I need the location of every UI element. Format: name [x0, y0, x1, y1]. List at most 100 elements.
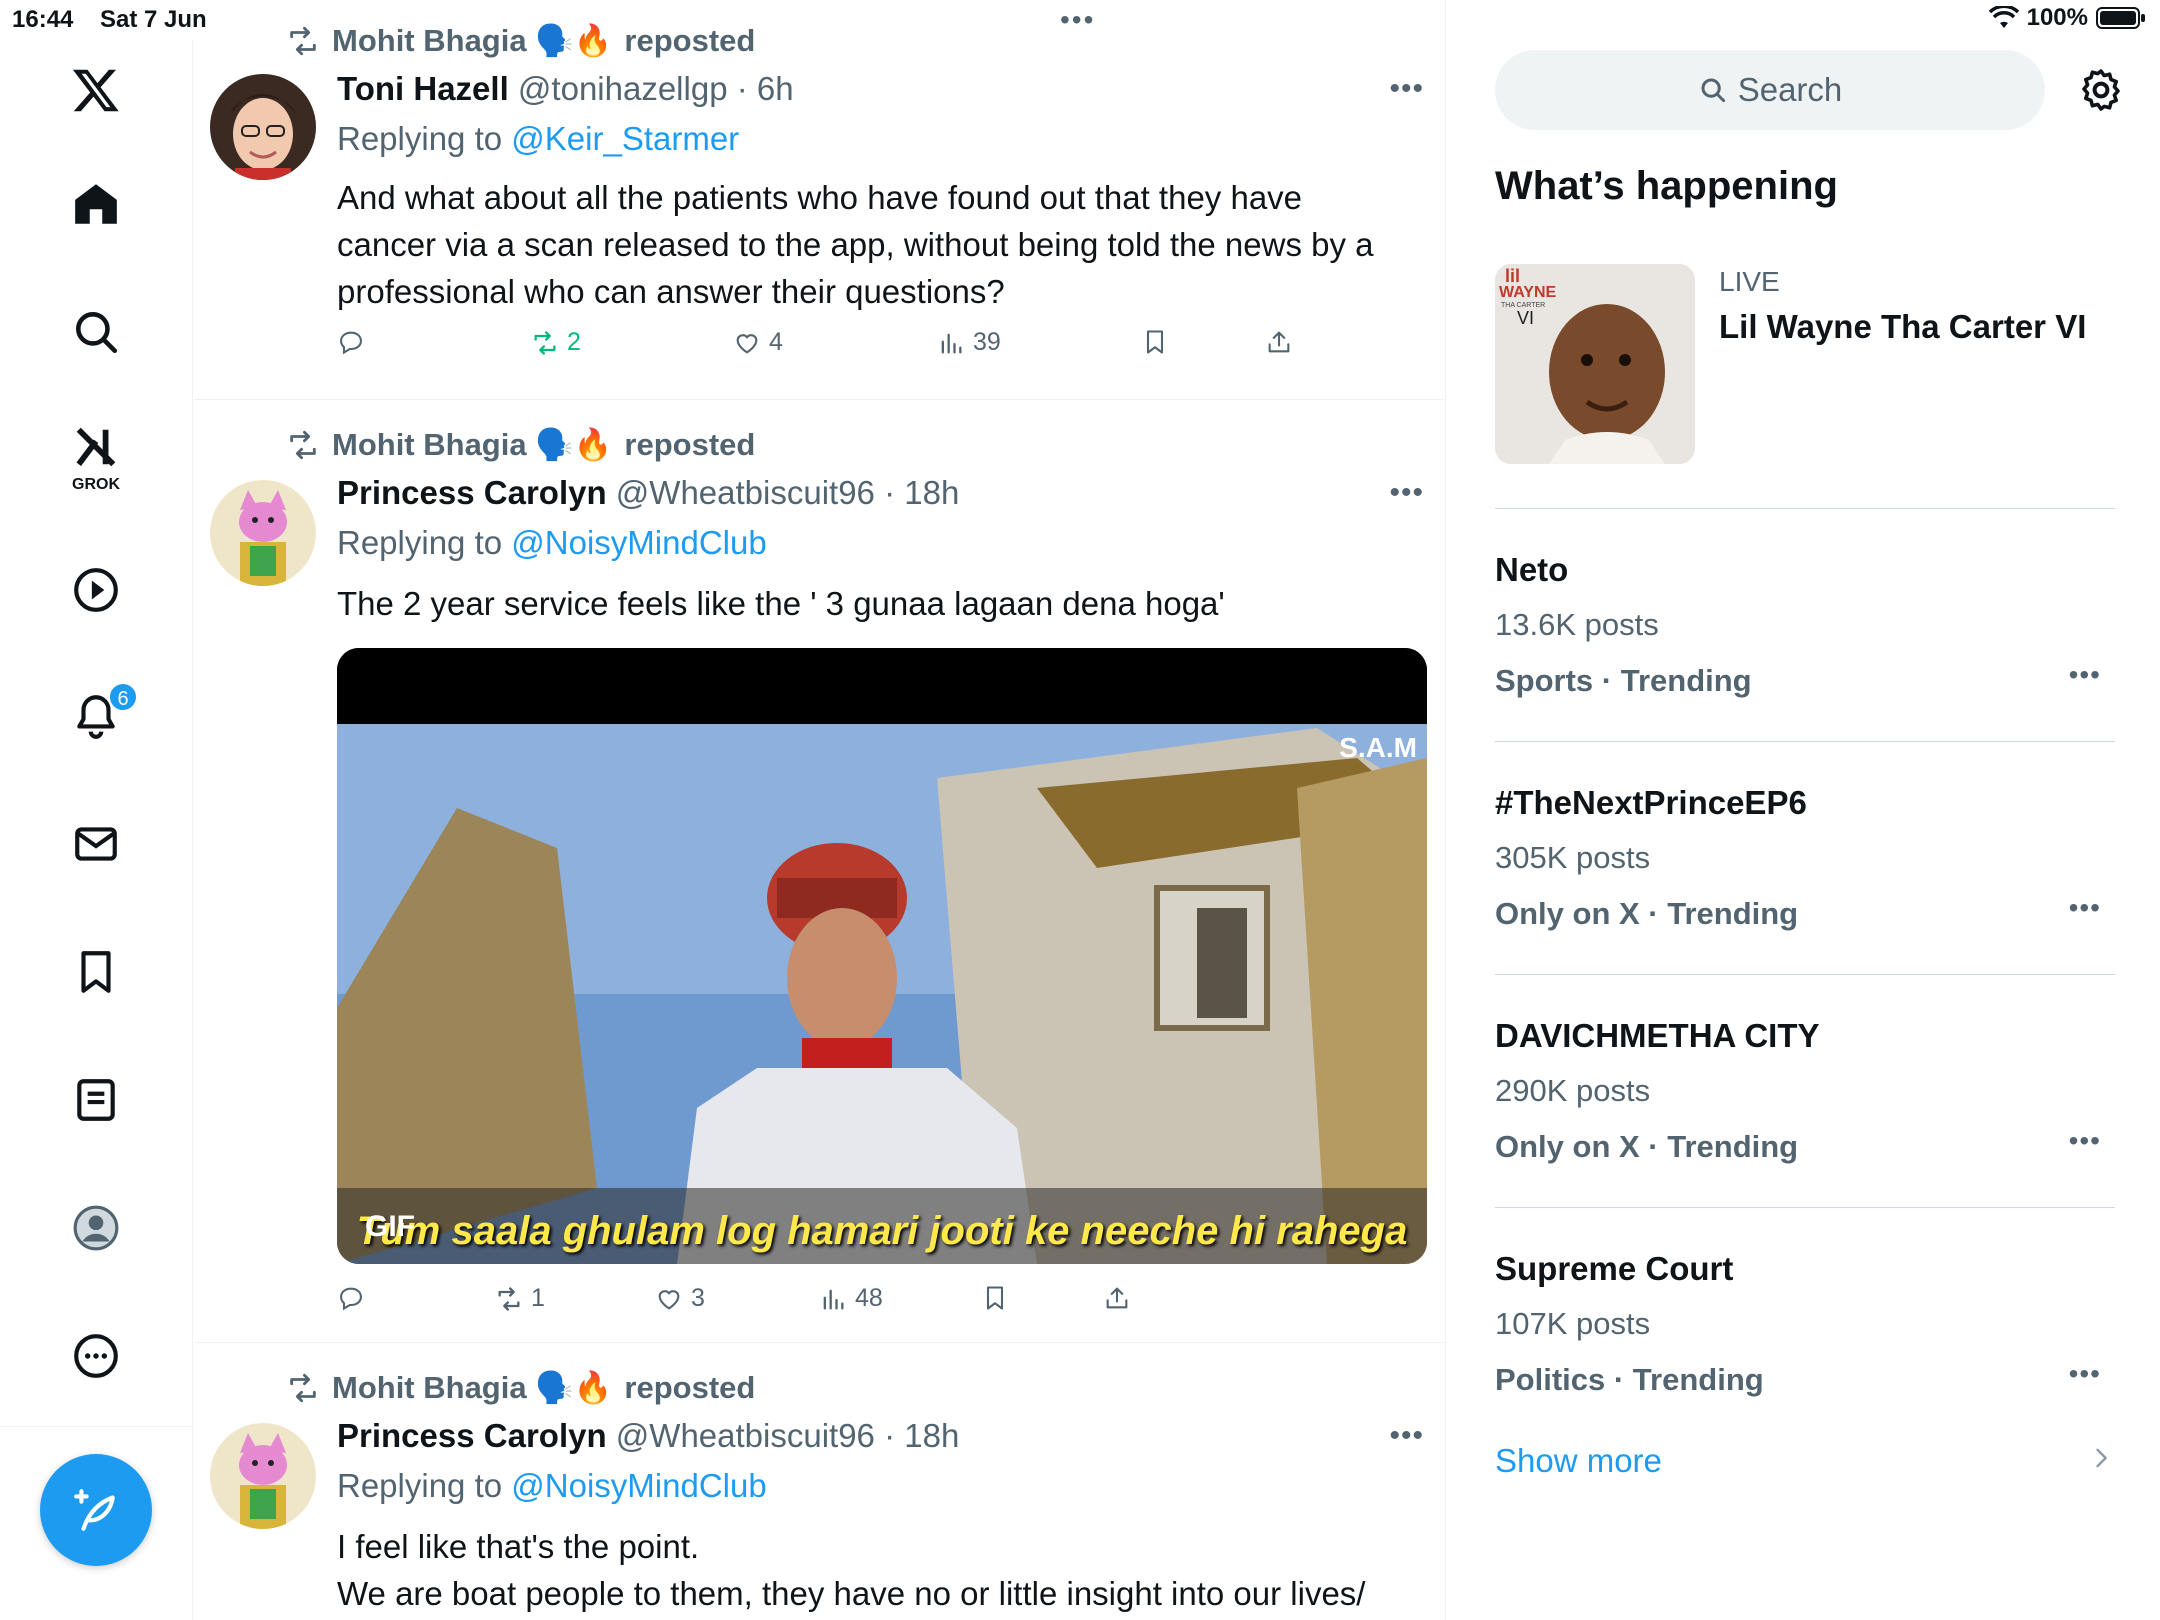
post-time[interactable]: 6h [757, 70, 794, 107]
reply-to-handle[interactable]: @NoisyMindClub [511, 1467, 766, 1504]
replying-to: Replying to @NoisyMindClub [337, 1467, 767, 1505]
show-more-link[interactable]: Show more [1495, 1442, 1662, 1480]
post-actions: 1 3 48 [337, 1284, 1337, 1324]
status-date: Sat 7 Jun [100, 6, 207, 33]
post-actions: 2 4 39 [337, 328, 1337, 368]
explore-search-icon[interactable] [52, 288, 140, 376]
live-label: LIVE [1719, 266, 1780, 297]
reply-to-handle[interactable]: @Keir_Starmer [511, 120, 739, 157]
video-play-icon[interactable] [52, 546, 140, 634]
post-more-icon[interactable]: ••• [1389, 476, 1424, 510]
share-button[interactable] [1103, 1284, 1131, 1312]
trend-more-icon[interactable]: ••• [2069, 1125, 2101, 1157]
repost-button[interactable]: 1 [495, 1284, 545, 1313]
search-input[interactable]: Search [1495, 50, 2045, 130]
live-event-card[interactable]: lil WAYNE THA CARTER VI LIVE Lil Wayne T… [1495, 264, 2115, 509]
messages-mail-icon[interactable] [52, 800, 140, 888]
heart-icon [658, 1289, 680, 1310]
repost-indicator[interactable]: Mohit Bhagia 🗣️🔥 reposted [286, 426, 755, 463]
post-text: And what about all the patients who have… [337, 174, 1417, 315]
repost-indicator[interactable]: Mohit Bhagia 🗣️🔥 reposted [286, 1369, 755, 1406]
post-text: I feel like that's the point. We are boa… [337, 1523, 1417, 1617]
like-button[interactable]: 3 [655, 1284, 705, 1313]
live-title[interactable]: Lil Wayne Tha Carter VI [1719, 308, 2086, 346]
trend-category: Politics · Trending [1495, 1362, 1764, 1397]
views-button[interactable]: 39 [937, 328, 1001, 357]
post-more-icon[interactable]: ••• [1389, 1419, 1424, 1453]
heart-icon [736, 333, 758, 354]
more-options-icon[interactable] [52, 1312, 140, 1400]
repost-count: 2 [567, 328, 581, 356]
chevron-right-icon[interactable] [2087, 1444, 2115, 1472]
search-svg [76, 312, 118, 354]
avatar[interactable] [210, 1423, 316, 1529]
repost-icon [290, 26, 316, 55]
cover-text-vi: VI [1517, 308, 1535, 328]
repost-icon [290, 1373, 316, 1402]
avatar[interactable] [210, 480, 316, 586]
post-text-line: The 2 year service feels like the ' 3 gu… [337, 585, 1225, 622]
cover-text-wayne: WAYNE [1499, 284, 1557, 301]
reply-to-handle[interactable]: @NoisyMindClub [511, 524, 766, 561]
trend-category: Sports · Trending [1495, 663, 1752, 698]
lists-icon[interactable] [52, 1056, 140, 1144]
timeline-feed[interactable]: Mohit Bhagia 🗣️🔥 reposted Toni Hazell @t… [194, 0, 1446, 1620]
post-time[interactable]: 18h [904, 474, 959, 511]
list-svg [77, 1079, 115, 1121]
repost-button[interactable]: 2 [531, 328, 581, 357]
author-handle[interactable]: @tonihazellgp [518, 70, 728, 107]
profile-svg [73, 1205, 119, 1251]
trend-item[interactable]: #TheNextPrinceEP6 305K posts Only on X ·… [1495, 742, 2115, 975]
post-header: Toni Hazell @tonihazellgp · 6h [337, 70, 794, 107]
x-logo-icon[interactable] [52, 46, 140, 134]
trend-item[interactable]: Neto 13.6K posts Sports · Trending ••• [1495, 509, 2115, 742]
trend-item[interactable]: DAVICHMETHA CITY 290K posts Only on X · … [1495, 975, 2115, 1208]
post-princess-carolyn-text[interactable]: Mohit Bhagia 🗣️🔥 reposted Princess Carol… [194, 1343, 1445, 1620]
status-right: 100% [1988, 4, 2146, 32]
trend-name: Neto [1495, 551, 1569, 588]
compose-post-button[interactable] [40, 1454, 152, 1566]
post-text-line: And what about all the patients who have… [337, 179, 1303, 216]
author-name[interactable]: Princess Carolyn [337, 1417, 607, 1454]
post-princess-carolyn-gif[interactable]: Mohit Bhagia 🗣️🔥 reposted Princess Carol… [194, 400, 1445, 1343]
repost-suffix: reposted [624, 426, 756, 462]
avatar[interactable] [210, 74, 316, 180]
repost-by: Mohit Bhagia 🗣️🔥 [332, 427, 613, 462]
gif-media[interactable]: S.A.M Tum saala ghulam log hamari jooti … [337, 648, 1427, 1264]
post-more-icon[interactable]: ••• [1389, 72, 1424, 106]
reply-prefix: Replying to [337, 120, 503, 157]
mail-svg [75, 827, 117, 861]
author-handle[interactable]: @Wheatbiscuit96 [616, 1417, 875, 1454]
bookmark-button[interactable] [1141, 328, 1169, 356]
grok-icon[interactable]: GROK [52, 412, 140, 500]
repost-indicator[interactable]: Mohit Bhagia 🗣️🔥 reposted [286, 22, 755, 59]
settings-gear-icon[interactable] [2077, 66, 2125, 114]
repost-suffix: reposted [624, 22, 756, 58]
like-button[interactable]: 4 [733, 328, 783, 357]
author-name[interactable]: Toni Hazell [337, 70, 509, 107]
author-handle[interactable]: @Wheatbiscuit96 [616, 474, 875, 511]
author-name[interactable]: Princess Carolyn [337, 474, 607, 511]
trend-category: Only on X · Trending [1495, 896, 1799, 931]
trend-more-icon[interactable]: ••• [2069, 659, 2101, 691]
trend-item[interactable]: Supreme Court 107K posts Politics · Tren… [1495, 1208, 2115, 1441]
wifi-icon [1988, 6, 2019, 28]
share-button[interactable] [1265, 328, 1293, 356]
notifications-bell-icon[interactable]: 6 [52, 672, 140, 760]
bookmarks-icon[interactable] [52, 928, 140, 1016]
trend-more-icon[interactable]: ••• [2069, 892, 2101, 924]
views-button[interactable]: 48 [819, 1284, 883, 1313]
bookmark-button[interactable] [981, 1284, 1009, 1312]
views-count: 48 [855, 1284, 883, 1312]
reply-button[interactable] [337, 328, 365, 356]
battery-percent: 100% [2026, 4, 2088, 31]
battery-icon [2096, 7, 2145, 29]
home-icon[interactable] [52, 160, 140, 248]
trend-more-icon[interactable]: ••• [2069, 1358, 2101, 1390]
reply-button[interactable] [337, 1284, 365, 1312]
profile-avatar-icon[interactable] [52, 1184, 140, 1272]
play-svg [74, 568, 118, 612]
left-navigation: GROK 6 [0, 40, 193, 1620]
post-time[interactable]: 18h [904, 1417, 959, 1454]
post-toni-hazell[interactable]: Mohit Bhagia 🗣️🔥 reposted Toni Hazell @t… [194, 0, 1445, 400]
